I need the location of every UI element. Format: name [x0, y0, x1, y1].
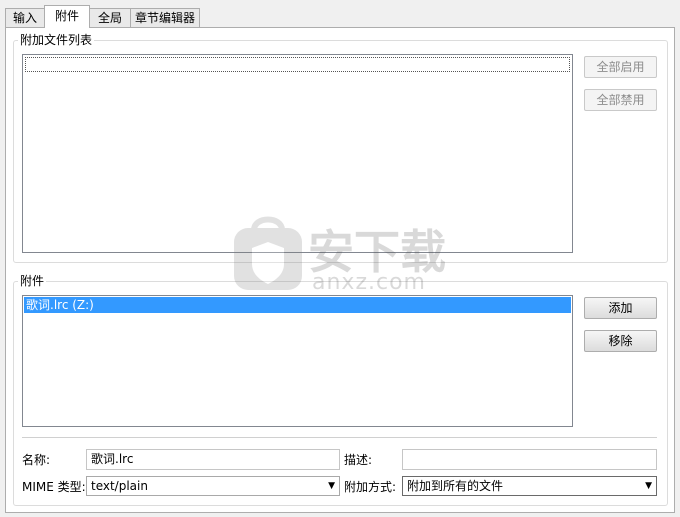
mime-type-value: text/plain	[91, 479, 148, 493]
disable-all-button[interactable]: 全部禁用	[584, 89, 657, 111]
attach-file-list-title: 附加文件列表	[18, 33, 95, 47]
dropdown-arrow-icon[interactable]: ▼	[328, 477, 335, 496]
dropdown-arrow-icon[interactable]: ▼	[645, 477, 652, 496]
attach-mode-label: 附加方式:	[344, 480, 397, 494]
name-label: 名称:	[22, 453, 51, 467]
name-field[interactable]: 歌词.lrc	[86, 449, 340, 470]
divider	[22, 437, 657, 438]
shield-bag-icon	[234, 216, 302, 290]
remove-button[interactable]: 移除	[584, 330, 657, 352]
list-item[interactable]: 歌词.lrc (Z:)	[24, 297, 571, 313]
add-button[interactable]: 添加	[584, 297, 657, 319]
description-field[interactable]	[402, 449, 657, 470]
enable-all-button[interactable]: 全部启用	[584, 56, 657, 78]
attach-mode-value: 附加到所有的文件	[407, 479, 504, 493]
watermark: 安下载 anxz.com	[232, 214, 446, 297]
mime-type-select[interactable]: text/plain ▼	[86, 476, 340, 496]
tab-global[interactable]: 全局	[89, 8, 131, 27]
list-focus-row[interactable]	[25, 57, 570, 72]
tab-input[interactable]: 输入	[5, 8, 45, 27]
tab-chapter-editor[interactable]: 章节编辑器	[130, 8, 200, 27]
attachments-listbox[interactable]: 歌词.lrc (Z:)	[22, 295, 573, 427]
mime-type-label: MIME 类型:	[22, 480, 86, 494]
attachments-title: 附件	[18, 274, 47, 288]
watermark-subtext: anxz.com	[312, 270, 426, 295]
attach-mode-select[interactable]: 附加到所有的文件 ▼	[402, 476, 657, 496]
tab-attachments[interactable]: 附件	[44, 5, 90, 28]
description-label: 描述:	[344, 453, 373, 467]
